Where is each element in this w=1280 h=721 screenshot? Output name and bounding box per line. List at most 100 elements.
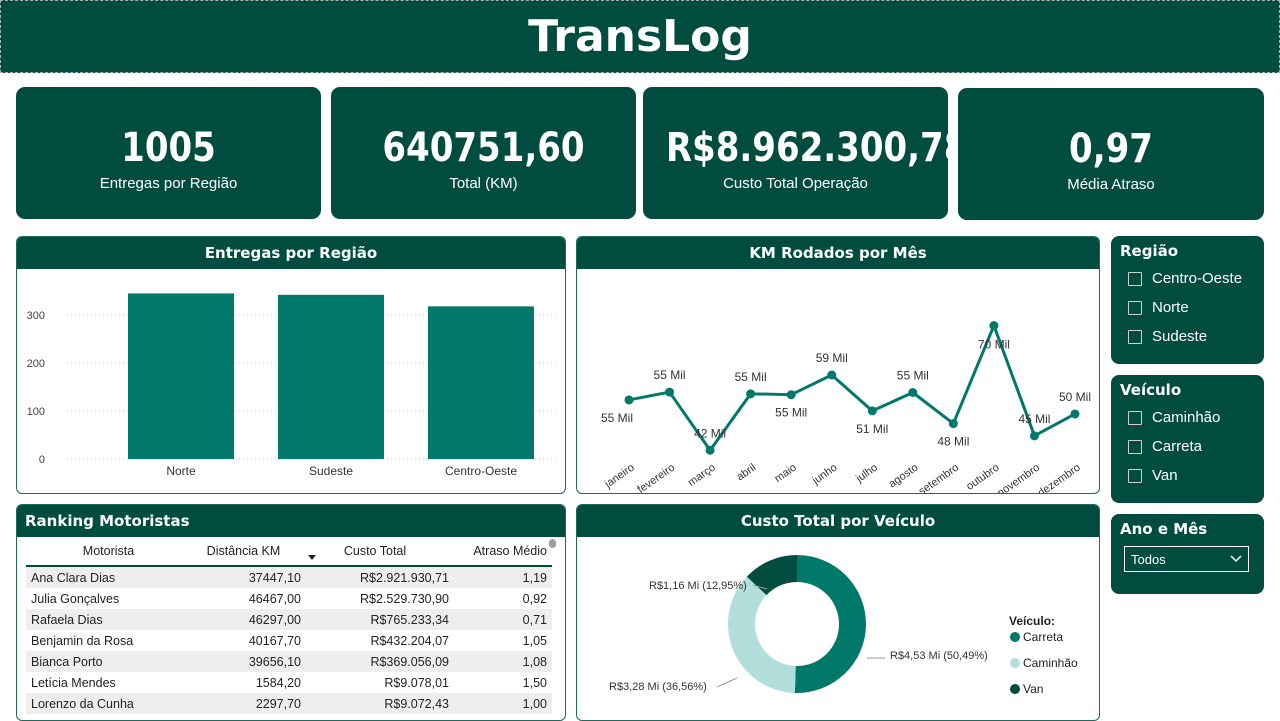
ranking-table[interactable]: Motorista Distância KM Custo Total Atras… [26, 537, 552, 714]
x-tick-label: fevereiro [635, 462, 677, 494]
table-cell: R$765.233,34 [370, 612, 449, 627]
data-label: 55 Mil [775, 406, 807, 420]
y-tick-label: 200 [27, 358, 45, 370]
legend-item[interactable]: Caminhão [1023, 656, 1078, 670]
kpi-card-media-atraso[interactable]: 0,97 Média Atraso [958, 88, 1264, 220]
table-cell: 39656,10 [248, 654, 301, 669]
table-cell: 46297,00 [248, 612, 301, 627]
table-row[interactable]: Ana Clara Dias 37447,10 R$2.921.930,71 1,19 [26, 567, 552, 588]
kpi-label: Total (KM) [449, 175, 518, 192]
line-point[interactable] [1070, 409, 1080, 419]
ano-mes-dropdown[interactable]: Todos [1124, 546, 1249, 572]
table-cell: 40167,70 [248, 633, 301, 648]
table-cell: Letícia Mendes [31, 675, 116, 690]
line-point[interactable] [827, 370, 837, 380]
report-header: TransLog [0, 0, 1280, 73]
kpi-value: 0,97 [1069, 126, 1153, 172]
bar-chart-panel[interactable]: Entregas por Região 0 100 200 300 Norte Sudes… [16, 236, 566, 494]
slice-label: R$4,53 Mi (50,49%) [890, 650, 988, 662]
table-row[interactable]: Julia Gonçalves 46467,00 R$2.529.730,90 0,9… [26, 588, 552, 609]
x-tick-label: janeiro [602, 462, 637, 491]
table-cell: R$2.529.730,90 [360, 591, 449, 606]
bar-sudeste[interactable] [278, 294, 384, 459]
table-row[interactable]: Bianca Porto 39656,10 R$369.056,09 1,08 [26, 651, 552, 672]
x-tick-label: Sudeste [309, 464, 353, 478]
line-point[interactable] [624, 395, 634, 405]
line-chart-panel[interactable]: KM Rodados por Mês 55 Mil janeiro 55 Mil fe… [576, 236, 1100, 494]
checkbox-icon[interactable] [1128, 439, 1142, 454]
slicer-option-van[interactable]: Van [1111, 461, 1264, 490]
y-tick-label: 0 [39, 454, 45, 466]
line-point[interactable] [948, 419, 958, 429]
line-point[interactable] [989, 321, 999, 331]
line-chart: 55 Mil janeiro 55 Mil fevereiro 42 Mil março 5… [601, 321, 1091, 494]
donut-slice-caminhão[interactable] [728, 576, 796, 693]
slicer-title: Região [1120, 242, 1179, 260]
donut-slice-carreta[interactable] [794, 555, 866, 693]
table-row[interactable]: Letícia Mendes 1584,20 R$9.078,01 1,50 [26, 672, 552, 693]
checkbox-icon[interactable] [1128, 271, 1142, 286]
checkbox-icon[interactable] [1128, 300, 1142, 315]
table-cell: R$9.072,43 [384, 696, 449, 711]
line-point[interactable] [786, 390, 796, 400]
checkbox-icon[interactable] [1128, 329, 1142, 344]
slicer-option-centro-oeste[interactable]: Centro-Oeste [1111, 264, 1264, 293]
table-row[interactable]: Rafaela Dias 46297,00 R$765.233,34 0,71 [26, 609, 552, 630]
bar-centro-oeste[interactable] [428, 306, 534, 459]
table-cell: Lorenzo da Cunha [31, 696, 134, 711]
table-cell: 1,08 [522, 654, 547, 669]
slice-label: R$1,16 Mi (12,95%) [649, 580, 747, 592]
x-tick-label: julho [853, 462, 880, 486]
checkbox-icon[interactable] [1128, 410, 1142, 425]
bar-norte[interactable] [128, 293, 234, 459]
kpi-label: Custo Total Operação [723, 175, 868, 192]
sort-desc-icon[interactable] [308, 555, 316, 560]
table-header: Motorista Distância KM Custo Total Atras… [26, 537, 552, 567]
data-label: 48 Mil [937, 435, 969, 449]
col-header-motorista[interactable]: Motorista [26, 544, 186, 558]
slicer-option-caminhao[interactable]: Caminhão [1111, 403, 1264, 432]
x-tick-label: agosto [887, 462, 921, 491]
line-point[interactable] [705, 445, 715, 455]
table-row[interactable]: Lorenzo da Cunha 2297,70 R$9.072,43 1,00 [26, 693, 552, 714]
x-tick-label: abril [734, 462, 758, 484]
col-header-distancia[interactable]: Distância KM [186, 544, 301, 558]
line-chart-title: KM Rodados por Mês [577, 237, 1099, 269]
slicer-option-carreta[interactable]: Carreta [1111, 432, 1264, 461]
line-point[interactable] [908, 388, 918, 397]
slicer-option-sudeste[interactable]: Sudeste [1111, 322, 1264, 351]
line-point[interactable] [1029, 431, 1039, 441]
data-label: 70 Mil [978, 338, 1010, 352]
legend-item[interactable]: Van [1023, 682, 1043, 696]
legend-swatch [1010, 658, 1020, 668]
data-label: 55 Mil [601, 411, 633, 425]
slicer-option-norte[interactable]: Norte [1111, 293, 1264, 322]
donut-chart-panel[interactable]: Custo Total por Veículo R$4,53 Mi (50,49… [576, 504, 1100, 721]
kpi-value: 1005 [121, 125, 216, 171]
data-label: 45 Mil [1018, 412, 1050, 426]
data-label: 51 Mil [856, 422, 888, 436]
col-header-custo[interactable]: Custo Total [301, 544, 449, 558]
legend-item[interactable]: Carreta [1023, 630, 1063, 644]
line-point[interactable] [867, 406, 877, 416]
legend-title: Veículo: [1009, 614, 1055, 628]
scrollbar-thumb[interactable] [549, 539, 556, 548]
slicer-title: Veículo [1120, 381, 1182, 399]
x-tick-label: Norte [166, 464, 196, 478]
slicer-veiculo: Veículo Caminhão Carreta Van [1111, 375, 1264, 503]
checkbox-icon[interactable] [1128, 468, 1142, 483]
table-cell: Benjamin da Rosa [31, 633, 134, 648]
x-tick-label: maio [772, 462, 798, 486]
kpi-card-custo-total[interactable]: R$8.962.300,78 Custo Total Operação [643, 87, 967, 219]
line-point[interactable] [746, 389, 756, 399]
ranking-panel[interactable]: Ranking Motoristas Motorista Distância K… [16, 504, 566, 721]
table-cell: 0,92 [522, 591, 547, 606]
kpi-card-total-km[interactable]: 640751,60 Total (KM) [331, 87, 636, 219]
bar-chart: 0 100 200 300 Norte Sudeste Centro-Oeste [27, 293, 557, 478]
kpi-card-entregas[interactable]: 1005 Entregas por Região [16, 87, 321, 219]
line-point[interactable] [665, 387, 675, 397]
table-cell: 46467,00 [248, 591, 301, 606]
col-header-atraso[interactable]: Atraso Médio [449, 544, 547, 558]
table-row[interactable]: Benjamin da Rosa 40167,70 R$432.204,07 1,05 [26, 630, 552, 651]
kpi-label: Entregas por Região [99, 175, 238, 192]
